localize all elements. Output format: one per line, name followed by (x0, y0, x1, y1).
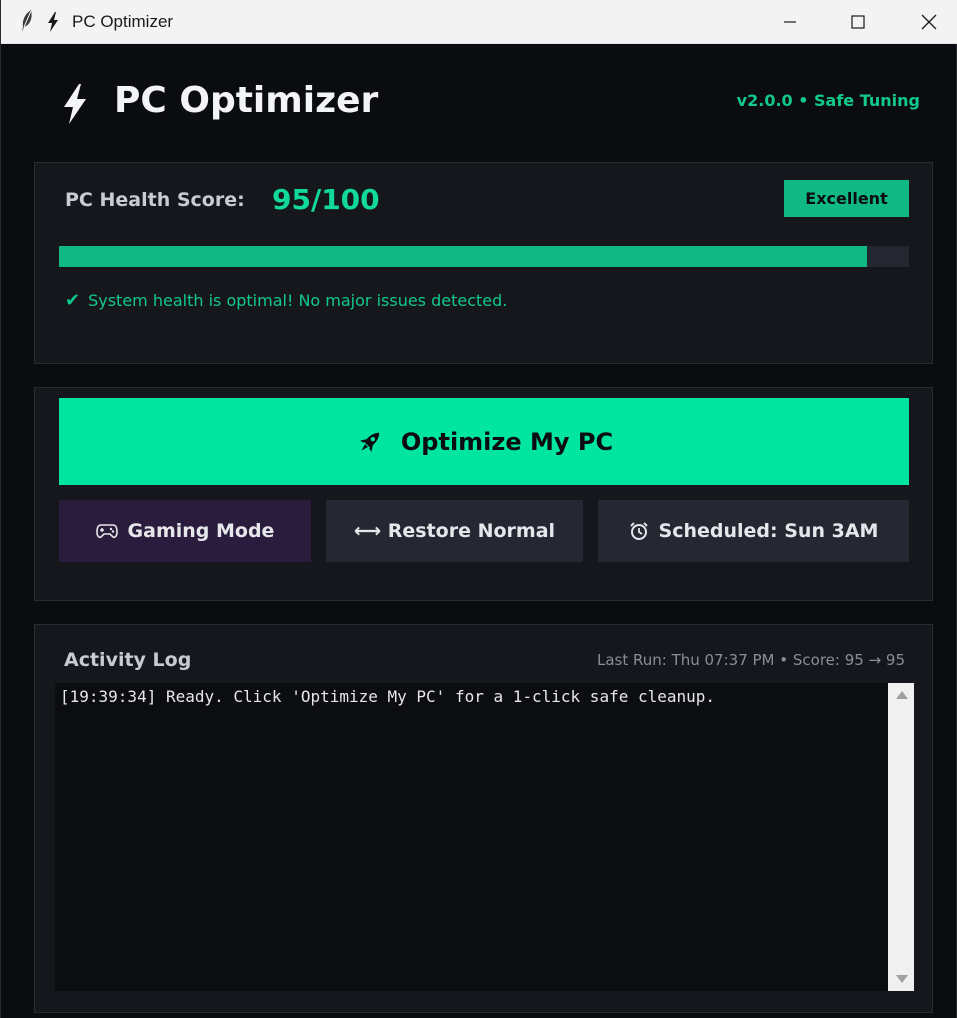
app-title: PC Optimizer (114, 80, 379, 121)
minimize-button[interactable] (755, 0, 825, 44)
lightning-bolt-icon (64, 84, 86, 124)
activity-log-card: Activity Log Last Run: Thu 07:37 PM • Sc… (34, 624, 933, 1013)
schedule-button[interactable]: Scheduled: Sun 3AM (598, 500, 909, 562)
rocket-icon (359, 432, 380, 452)
activity-log-textarea[interactable]: [19:39:34] Ready. Click 'Optimize My PC'… (55, 683, 888, 991)
check-icon: ✔ (65, 290, 81, 311)
gaming-mode-label: Gaming Mode (127, 520, 275, 542)
last-run-info: Last Run: Thu 07:37 PM • Score: 95 → 95 (596, 651, 905, 669)
schedule-label: Scheduled: Sun 3AM (658, 520, 879, 542)
scroll-up-arrow-icon[interactable] (896, 691, 908, 699)
log-line: [19:39:34] Ready. Click 'Optimize My PC'… (60, 687, 716, 706)
restore-normal-label: ⟷ Restore Normal (353, 520, 556, 542)
close-button[interactable] (894, 0, 957, 44)
maximize-icon (851, 15, 865, 29)
actions-card: Optimize My PC Gaming Mode ⟷ Restore Nor… (34, 387, 933, 601)
health-status: ✔ System health is optimal! No major iss… (65, 290, 507, 311)
close-icon (921, 14, 937, 30)
gaming-mode-button[interactable]: Gaming Mode (59, 500, 311, 562)
activity-log-title: Activity Log (64, 649, 192, 671)
optimize-button-label: Optimize My PC (400, 427, 614, 456)
gamepad-icon (95, 524, 118, 539)
title-bar[interactable]: PC Optimizer (1, 0, 957, 44)
scroll-down-arrow-icon[interactable] (896, 975, 908, 983)
optimize-button[interactable]: Optimize My PC (59, 398, 909, 485)
log-scrollbar[interactable] (888, 683, 914, 991)
restore-normal-button[interactable]: ⟷ Restore Normal (326, 500, 583, 562)
version-label: v2.0.0 • Safe Tuning (736, 91, 920, 110)
minimize-icon (784, 21, 796, 23)
maximize-button[interactable] (823, 0, 893, 44)
alarm-clock-icon (629, 522, 648, 540)
feather-icon (22, 10, 32, 32)
health-score-value: 95/100 (272, 183, 380, 216)
health-progress-bar (59, 246, 909, 267)
lightning-bolt-icon (48, 12, 58, 32)
health-progress-fill (59, 246, 867, 267)
app-window: PC Optimizer PC Optimizer v2.0.0 • Safe … (0, 0, 957, 1018)
health-card: PC Health Score: 95/100 Excellent ✔ Syst… (34, 162, 933, 364)
health-status-text: System health is optimal! No major issue… (88, 291, 508, 310)
window-title: PC Optimizer (72, 12, 174, 31)
health-score-label: PC Health Score: (65, 189, 245, 211)
status-badge: Excellent (784, 180, 909, 217)
